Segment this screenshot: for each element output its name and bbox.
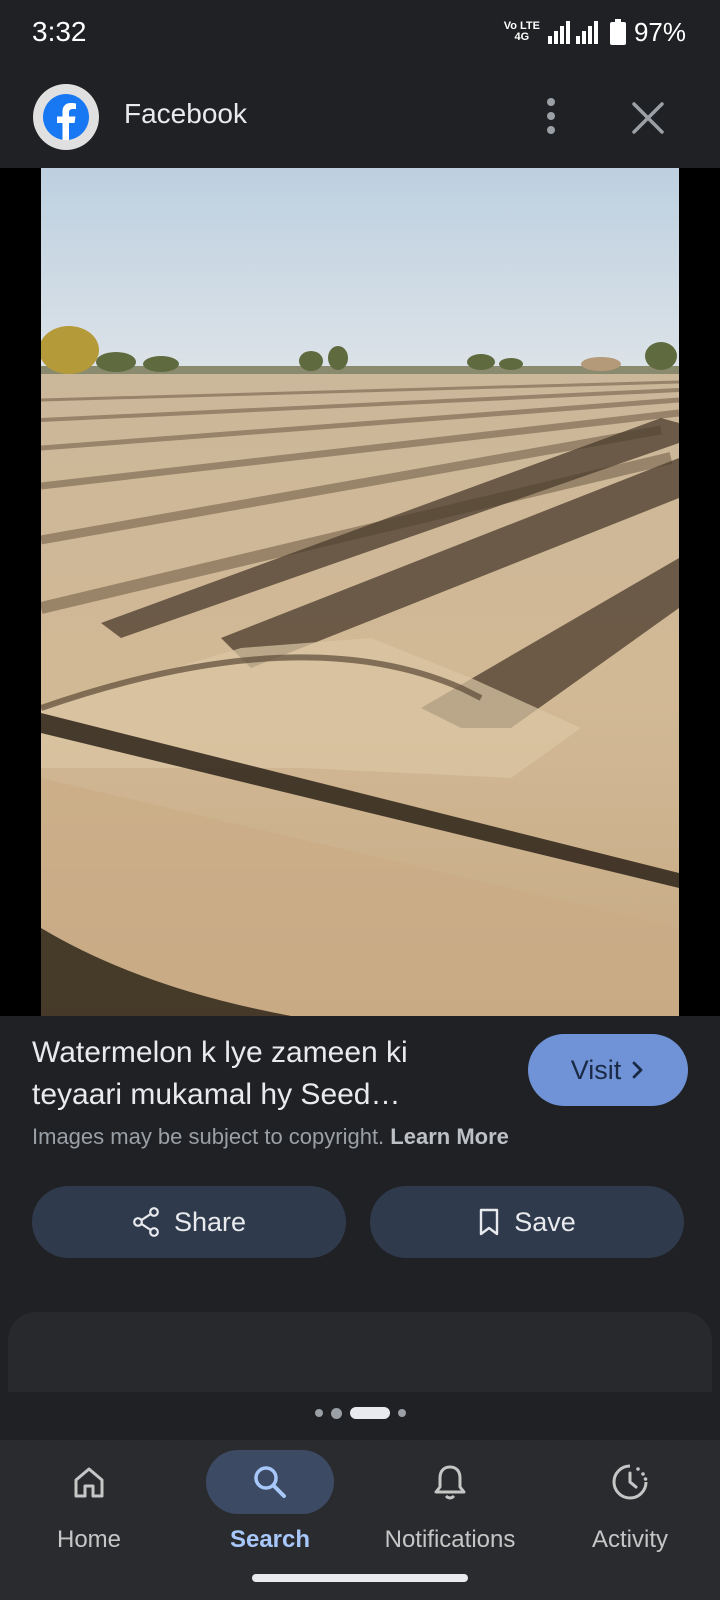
close-icon[interactable] — [630, 100, 666, 136]
nav-search[interactable]: Search — [185, 1450, 355, 1580]
chevron-right-icon — [632, 1061, 643, 1079]
pager-dot-active — [349, 1407, 390, 1419]
copyright-notice: Images may be subject to copyright. Lear… — [32, 1124, 509, 1150]
pager-dots — [0, 1406, 720, 1420]
more-vert-icon[interactable] — [536, 94, 566, 138]
bell-icon — [434, 1465, 466, 1500]
nav-home[interactable]: Home — [4, 1450, 174, 1580]
battery-percent: 97% — [633, 16, 686, 47]
home-icon — [74, 1467, 104, 1498]
visit-button[interactable]: Visit — [528, 1034, 688, 1106]
source-title[interactable]: Facebook — [124, 98, 247, 130]
signal-icon — [547, 21, 598, 44]
home-indicator[interactable] — [252, 1574, 468, 1582]
bookmark-icon — [480, 1208, 499, 1236]
nav-search-label: Search — [229, 1526, 311, 1553]
copyright-text: Images may be subject to copyright. — [32, 1124, 385, 1149]
search-icon — [254, 1466, 286, 1498]
image-caption[interactable]: Watermelon k lye zameen ki teyaari mukam… — [32, 1032, 472, 1116]
pager-dot — [330, 1407, 342, 1419]
status-icons: Vo LTE 4G 97% — [504, 14, 686, 50]
share-button[interactable]: Share — [32, 1186, 346, 1258]
nav-activity[interactable]: Activity — [545, 1450, 715, 1580]
nav-notifications-label: Notifications — [384, 1526, 516, 1553]
status-time: 3:32 — [32, 16, 87, 47]
save-label: Save — [514, 1206, 576, 1237]
nav-home-label: Home — [56, 1526, 122, 1553]
image-preview-area — [0, 168, 720, 1016]
learn-more-link[interactable]: Learn More — [390, 1124, 509, 1149]
visit-label: Visit — [570, 1054, 622, 1085]
save-button[interactable]: Save — [370, 1186, 684, 1258]
share-label: Share — [173, 1206, 247, 1237]
status-bar: 3:32 Vo LTE 4G 97% — [0, 0, 720, 64]
pager-dot — [397, 1409, 406, 1417]
pager-dot — [314, 1409, 323, 1417]
related-results-card — [8, 1312, 712, 1392]
nav-notifications[interactable]: Notifications — [365, 1450, 535, 1580]
activity-icon — [612, 1464, 648, 1500]
battery-icon — [609, 19, 626, 45]
field-photo[interactable] — [41, 168, 679, 1016]
nav-activity-label: Activity — [591, 1526, 668, 1553]
facebook-logo-icon[interactable] — [33, 84, 99, 150]
viewer-header: Facebook — [0, 64, 720, 168]
share-icon — [133, 1207, 159, 1237]
network-label: Vo LTE 4G — [503, 20, 540, 43]
